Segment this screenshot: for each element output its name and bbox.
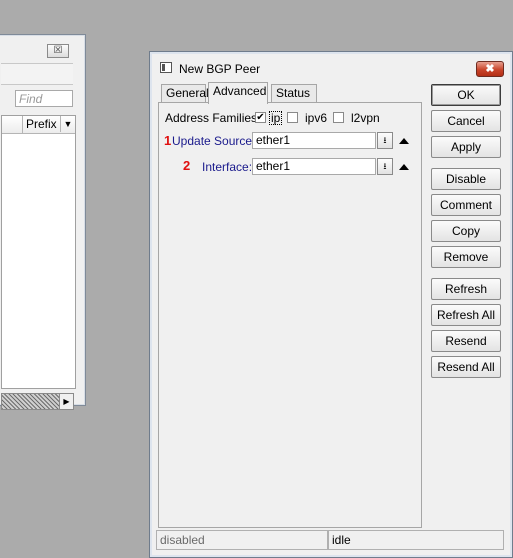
dialog-titlebar[interactable]: New BGP Peer ✖ bbox=[150, 52, 512, 80]
background-window: ☒ Find Prefix C ▼ ▶ bbox=[0, 34, 86, 410]
tab-advanced[interactable]: Advanced bbox=[208, 82, 268, 104]
checkbox-ip[interactable]: ✔ bbox=[255, 112, 266, 123]
column-dropdown-icon[interactable]: ▼ bbox=[60, 116, 75, 132]
find-input[interactable]: Find bbox=[15, 90, 73, 107]
column-header-prefix[interactable]: Prefix C bbox=[26, 117, 60, 131]
window-icon bbox=[160, 62, 172, 73]
background-window-toolbar bbox=[1, 63, 73, 85]
checkbox-ip-label[interactable]: ip bbox=[269, 111, 283, 125]
horizontal-scrollbar[interactable]: ▶ bbox=[1, 393, 74, 410]
status-right: idle bbox=[328, 530, 504, 550]
resend-all-button[interactable]: Resend All bbox=[431, 356, 501, 378]
scroll-right-icon[interactable]: ▶ bbox=[59, 394, 73, 409]
tab-general[interactable]: General bbox=[161, 84, 209, 103]
interface-field[interactable]: ether1 bbox=[252, 158, 376, 175]
comment-button[interactable]: Comment bbox=[431, 194, 501, 216]
refresh-button[interactable]: Refresh bbox=[431, 278, 501, 300]
remove-button[interactable]: Remove bbox=[431, 246, 501, 268]
list-column-header: Prefix C ▼ bbox=[2, 116, 75, 134]
tab-status[interactable]: Status bbox=[271, 84, 317, 103]
interface-dropdown-icon[interactable]: ⭳ bbox=[377, 158, 393, 175]
apply-button[interactable]: Apply bbox=[431, 136, 501, 158]
cancel-button[interactable]: Cancel bbox=[431, 110, 501, 132]
checkbox-l2vpn-label[interactable]: l2vpn bbox=[351, 111, 380, 125]
advanced-panel: Address Families: ✔ ip ipv6 l2vpn 1 Upda… bbox=[158, 102, 422, 528]
new-bgp-peer-dialog: New BGP Peer ✖ General Advanced Status A… bbox=[149, 51, 513, 558]
update-source-field[interactable]: ether1 bbox=[252, 132, 376, 149]
update-source-dropdown-icon[interactable]: ⭳ bbox=[377, 132, 393, 149]
background-window-close-icon[interactable]: ☒ bbox=[47, 44, 69, 58]
column-separator bbox=[22, 116, 23, 133]
update-source-remove-icon[interactable] bbox=[399, 138, 409, 144]
annotation-marker-2: 2 bbox=[183, 158, 191, 173]
refresh-all-button[interactable]: Refresh All bbox=[431, 304, 501, 326]
interface-remove-icon[interactable] bbox=[399, 164, 409, 170]
interface-label: Interface: bbox=[202, 160, 253, 174]
checkbox-l2vpn[interactable] bbox=[333, 112, 344, 123]
annotation-marker-1: 1 bbox=[164, 133, 172, 148]
close-icon[interactable]: ✖ bbox=[476, 61, 504, 77]
dialog-title: New BGP Peer bbox=[179, 62, 261, 76]
checkbox-ipv6-label[interactable]: ipv6 bbox=[305, 111, 327, 125]
resend-button[interactable]: Resend bbox=[431, 330, 501, 352]
status-left: disabled bbox=[156, 530, 328, 550]
copy-button[interactable]: Copy bbox=[431, 220, 501, 242]
checkbox-ipv6[interactable] bbox=[287, 112, 298, 123]
update-source-label: Update Source: bbox=[172, 134, 256, 148]
address-families-label: Address Families: bbox=[165, 111, 261, 125]
peer-list[interactable]: Prefix C ▼ bbox=[1, 115, 76, 389]
disable-button[interactable]: Disable bbox=[431, 168, 501, 190]
ok-button[interactable]: OK bbox=[431, 84, 501, 106]
